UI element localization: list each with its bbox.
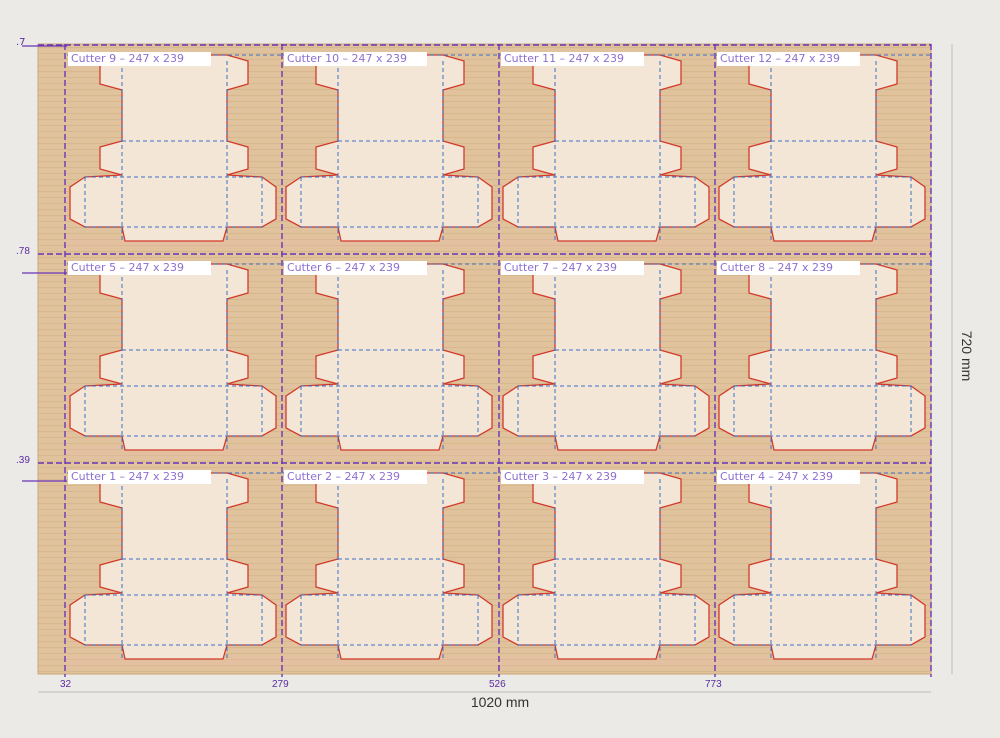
- cutter-label: Cutter 10 – 247 x 239: [284, 52, 427, 66]
- cut-outline: [285, 263, 493, 451]
- cutter-label: Cutter 6 – 247 x 239: [284, 261, 427, 275]
- cut-outline: [69, 472, 277, 660]
- cut-outline: [502, 263, 710, 451]
- cutter-label: Cutter 3 – 247 x 239: [501, 470, 644, 484]
- top-row-marker: .7: [16, 37, 26, 48]
- column-marker-1: 32: [60, 679, 72, 690]
- cut-outline: [718, 472, 926, 660]
- cutter-label: Cutter 12 – 247 x 239: [717, 52, 860, 66]
- cutter-label: Cutter 9 – 247 x 239: [68, 52, 211, 66]
- cutter-label: Cutter 8 – 247 x 239: [717, 261, 860, 275]
- column-marker-2: 279: [272, 679, 289, 690]
- sheet-width-label: 1020 mm: [470, 694, 530, 710]
- cut-outline: [502, 54, 710, 242]
- sheet-height-label: 720 mm: [959, 330, 975, 382]
- column-marker-4: 773: [705, 679, 722, 690]
- cut-outline: [69, 263, 277, 451]
- cutter-label: Cutter 7 – 247 x 239: [501, 261, 644, 275]
- row-marker-2: .39: [16, 455, 30, 466]
- cutter-label: Cutter 4 – 247 x 239: [717, 470, 860, 484]
- cut-outline: [502, 472, 710, 660]
- cut-outline: [718, 263, 926, 451]
- cutter-label: Cutter 5 – 247 x 239: [68, 261, 211, 275]
- die-layout-canvas: [22, 43, 953, 693]
- cutter-label: Cutter 11 – 247 x 239: [501, 52, 644, 66]
- row-marker-1: .78: [16, 246, 30, 257]
- cutter-label: Cutter 2 – 247 x 239: [284, 470, 427, 484]
- cut-outline: [69, 54, 277, 242]
- cutter-label: Cutter 1 – 247 x 239: [68, 470, 211, 484]
- cut-outline: [718, 54, 926, 242]
- cut-outline: [285, 54, 493, 242]
- cut-outline: [285, 472, 493, 660]
- column-marker-3: 526: [489, 679, 506, 690]
